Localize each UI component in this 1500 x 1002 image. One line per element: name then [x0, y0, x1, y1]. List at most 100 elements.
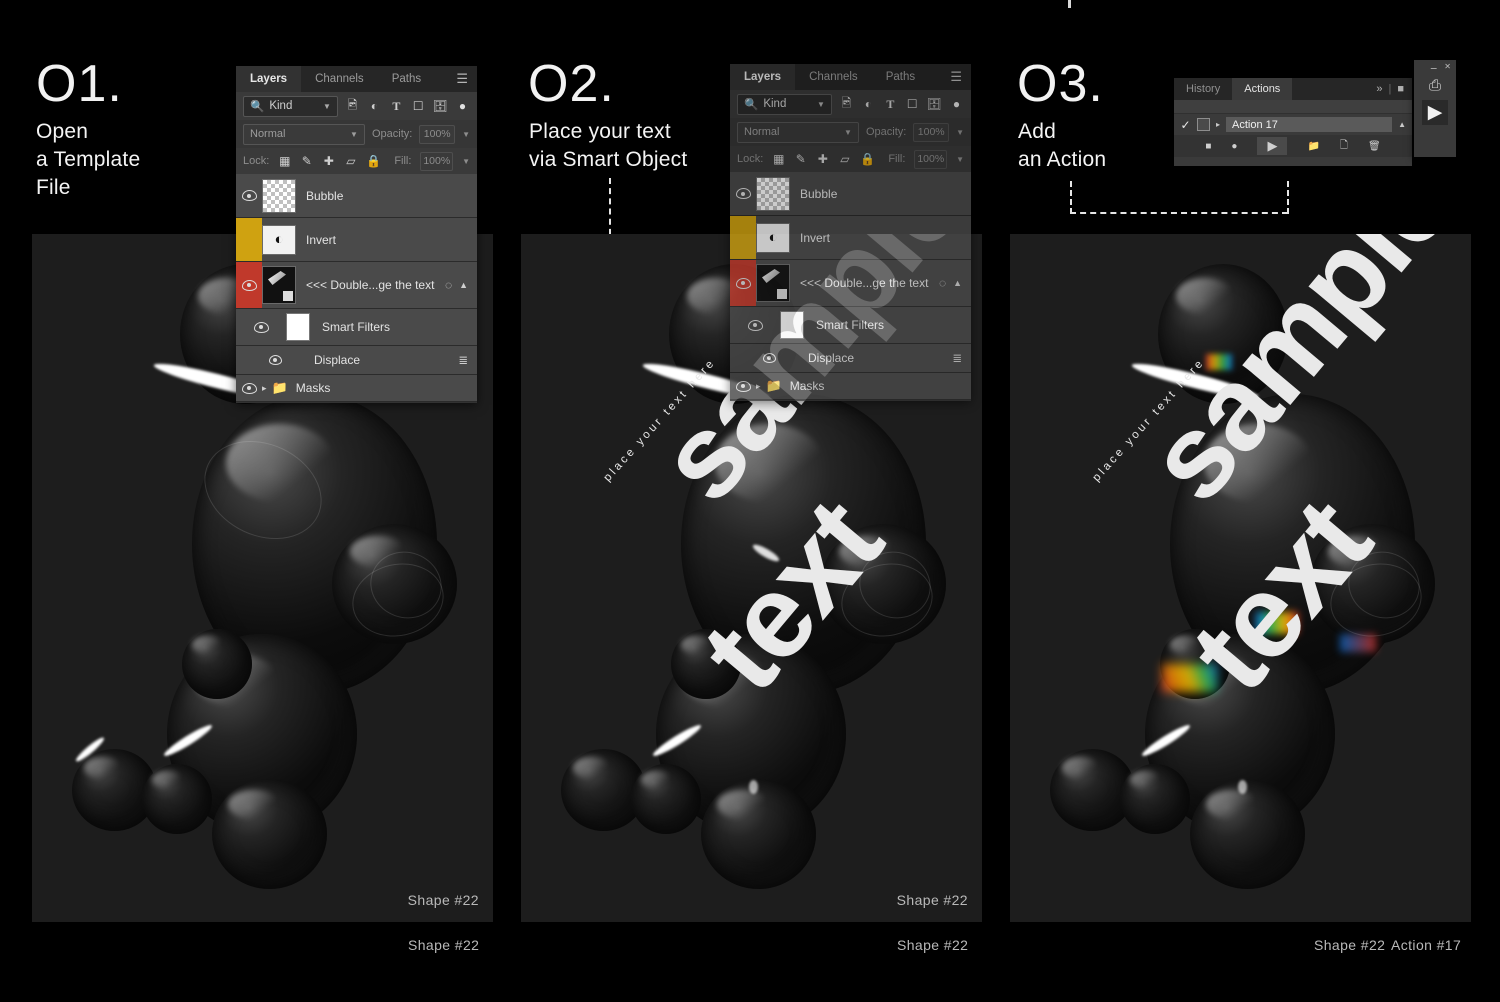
delete-button[interactable]: 🗑 [1368, 141, 1381, 152]
lock-position-icon[interactable]: ✚ [322, 153, 335, 170]
visibility-toggle[interactable] [730, 373, 756, 399]
chevron-down-icon[interactable]: ▼ [956, 155, 964, 164]
displace-filter-row[interactable]: Displace ≣ [730, 344, 971, 373]
layer-name[interactable]: Bubble [306, 189, 343, 203]
layer-name[interactable]: <<< Double...ge the text [800, 276, 928, 290]
tab-paths[interactable]: Paths [378, 66, 435, 92]
step-record-icon[interactable]: ⎙ [1429, 77, 1441, 94]
chevron-down-icon[interactable]: ▼ [462, 130, 470, 139]
visibility-toggle[interactable] [730, 353, 808, 363]
expand-arrow-icon[interactable]: ▸ [756, 381, 761, 392]
collapse-chevron-icon[interactable]: ▲ [953, 278, 962, 288]
lock-position-icon[interactable]: ✚ [816, 151, 829, 168]
layer-row-bubble[interactable]: Bubble [730, 172, 971, 216]
mini-toolbar[interactable]: ⚊ ✕ ⎙ ▶ [1414, 60, 1456, 157]
tab-layers[interactable]: Layers [730, 64, 796, 90]
blend-mode-dropdown[interactable]: Normal ▼ [243, 123, 365, 145]
chevron-down-icon[interactable]: ▼ [462, 157, 470, 166]
filter-toggle-knob[interactable]: ● [455, 98, 470, 115]
panel-tabs[interactable]: Layers Channels Paths ☰ [236, 66, 477, 92]
actions-button-row[interactable]: ■ ● ▶ 📁 🗋 🗑 [1174, 135, 1412, 157]
layer-row-masks-group[interactable]: ▸ 📁 Masks [730, 373, 971, 400]
layer-thumbnail[interactable]: ◐ [262, 224, 296, 255]
minimize-icon[interactable]: ⚊ [1430, 62, 1437, 71]
layer-filter-row[interactable]: 🔍 Kind ▼ 🖻 ◐ T ☐ 🗄 ● [730, 90, 971, 118]
panel-tabs[interactable]: Layers Channels Paths ☰ [730, 64, 971, 90]
record-button[interactable]: ● [1231, 141, 1237, 152]
collapse-chevron-icon[interactable]: ▲ [1398, 120, 1406, 129]
layer-name[interactable]: <<< Double...ge the text [306, 278, 434, 292]
lock-image-pixels-icon[interactable]: ✎ [794, 151, 807, 168]
lock-image-pixels-icon[interactable]: ✎ [300, 153, 313, 170]
collapse-chevron-icon[interactable]: ▲ [459, 280, 468, 290]
layer-thumbnail[interactable] [756, 264, 790, 302]
displace-label[interactable]: Displace [314, 353, 360, 367]
displace-label[interactable]: Displace [808, 351, 854, 365]
layers-panel-1[interactable]: Layers Channels Paths ☰ 🔍 Kind ▼ 🖻 ◐ T ☐… [236, 66, 477, 403]
hamburger-icon[interactable]: ☰ [941, 64, 971, 90]
kind-filter-dropdown[interactable]: 🔍 Kind ▼ [737, 93, 832, 115]
layer-thumbnail[interactable]: ◐ [756, 222, 790, 253]
visibility-toggle[interactable] [236, 321, 286, 333]
panel-menu-icon[interactable]: ■ [1397, 83, 1404, 95]
expand-arrow-icon[interactable]: ▸ [1216, 120, 1220, 129]
blend-mode-dropdown[interactable]: Normal ▼ [737, 121, 859, 143]
new-action-button[interactable]: 🗋 [1340, 138, 1348, 155]
tab-channels[interactable]: Channels [795, 64, 872, 90]
fill-value[interactable]: 100% [914, 149, 948, 169]
filter-mask-thumbnail[interactable] [286, 313, 310, 341]
expand-arrow-icon[interactable]: ▸ [262, 383, 267, 394]
layer-name[interactable]: Masks [790, 379, 825, 393]
type-filter-icon[interactable]: T [883, 96, 898, 113]
close-icon[interactable]: ✕ [1444, 62, 1451, 71]
lock-artboard-nesting-icon[interactable]: ▱ [838, 151, 851, 168]
visibility-toggle[interactable] [236, 355, 314, 365]
action-enabled-check[interactable]: ✓ [1180, 118, 1191, 132]
layer-name[interactable]: Masks [296, 381, 331, 395]
lock-all-icon[interactable]: 🔒 [860, 151, 875, 168]
tab-actions[interactable]: Actions [1232, 78, 1293, 100]
expand-chevrons-icon[interactable]: » [1376, 83, 1382, 95]
layer-row-invert[interactable]: ◐ Invert [730, 216, 971, 260]
actions-panel-tabs[interactable]: History Actions » | ■ [1174, 78, 1412, 100]
layer-row-bubble[interactable]: Bubble [236, 174, 477, 218]
adjustment-filter-icon[interactable]: ◐ [861, 96, 876, 113]
lock-row[interactable]: Lock: ▦ ✎ ✚ ▱ 🔒 Fill: 100% ▼ [730, 146, 971, 172]
layer-thumbnail[interactable] [262, 178, 296, 213]
layer-name[interactable]: Invert [306, 233, 336, 247]
layer-name[interactable]: Invert [800, 231, 830, 245]
chevron-down-icon[interactable]: ▼ [956, 128, 964, 137]
kind-filter-dropdown[interactable]: 🔍 Kind ▼ [243, 95, 338, 117]
blend-opacity-row[interactable]: Normal ▼ Opacity: 100% ▼ [236, 120, 477, 148]
stop-button[interactable]: ■ [1205, 141, 1211, 152]
play-button[interactable]: ▶ [1257, 137, 1288, 155]
lock-all-icon[interactable]: 🔒 [366, 153, 381, 170]
lock-row[interactable]: Lock: ▦ ✎ ✚ ▱ 🔒 Fill: 100% ▼ [236, 148, 477, 174]
layer-thumbnail[interactable] [756, 176, 790, 211]
action-name[interactable]: Action 17 [1226, 117, 1393, 132]
smart-filters-row[interactable]: Smart Filters [236, 309, 477, 346]
play-action-icon[interactable]: ▶ [1421, 100, 1449, 125]
image-filter-icon[interactable]: 🖻 [345, 98, 360, 115]
new-set-button[interactable]: 📁 [1307, 141, 1319, 152]
visibility-toggle[interactable] [236, 375, 262, 401]
shape-filter-icon[interactable]: ☐ [905, 96, 920, 113]
displace-filter-row[interactable]: Displace ≣ [236, 346, 477, 375]
layer-row-masks-group[interactable]: ▸ 📁 Masks [236, 375, 477, 402]
smart-filter-icon[interactable]: ◌ [939, 276, 946, 290]
tab-channels[interactable]: Channels [301, 66, 378, 92]
adjustment-filter-icon[interactable]: ◐ [367, 98, 382, 115]
visibility-toggle[interactable] [730, 172, 756, 215]
smart-filters-row[interactable]: Smart Filters [730, 307, 971, 344]
filter-mask-thumbnail[interactable] [780, 311, 804, 339]
fill-value[interactable]: 100% [420, 151, 454, 171]
filter-toggle-knob[interactable]: ● [949, 96, 964, 113]
smartobject-filter-icon[interactable]: 🗄 [927, 96, 942, 113]
layer-name[interactable]: Bubble [800, 187, 837, 201]
hamburger-icon[interactable]: ☰ [447, 66, 477, 92]
lock-artboard-nesting-icon[interactable]: ▱ [344, 153, 357, 170]
actions-panel[interactable]: History Actions » | ■ ✓ ▸ Action 17 ▲ ■ … [1174, 78, 1412, 166]
layer-thumbnail[interactable] [262, 266, 296, 304]
layer-filter-row[interactable]: 🔍 Kind ▼ 🖻 ◐ T ☐ 🗄 ● [236, 92, 477, 120]
image-filter-icon[interactable]: 🖻 [839, 96, 854, 113]
